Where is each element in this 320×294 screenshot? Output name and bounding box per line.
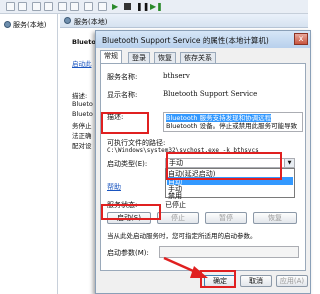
red-arrow-icon — [163, 256, 208, 278]
tree-item-label: 服务(本地) — [13, 21, 47, 29]
view-icon[interactable] — [44, 2, 53, 11]
annotation-box-startup-label — [101, 112, 149, 134]
properties-icon[interactable] — [98, 2, 107, 11]
help-icon[interactable] — [84, 2, 93, 11]
tree-pane: 服务(本地) — [0, 14, 58, 294]
startup-type-label: 启动类型(E): — [107, 160, 148, 168]
pause-button[interactable]: 暂停 — [205, 212, 247, 224]
service-name-label: 服务名称: — [107, 73, 138, 81]
close-button[interactable]: x — [294, 33, 308, 45]
description-line: Blueto — [72, 100, 93, 108]
params-label: 启动参数(M): — [107, 249, 149, 257]
tab-strip: 常规 登录 恢复 依存关系 — [100, 50, 308, 64]
display-name-value: Bluetooth Support Service — [163, 90, 258, 98]
up-icon[interactable] — [32, 2, 41, 11]
resume-button[interactable]: 恢复 — [253, 212, 297, 224]
chevron-down-icon[interactable]: ▼ — [284, 159, 294, 167]
description-line: 务停止 — [72, 122, 92, 130]
export-icon[interactable] — [70, 2, 79, 11]
stop-icon[interactable] — [124, 3, 131, 10]
apply-button[interactable]: 应用(A) — [276, 275, 308, 287]
description-label: 描述: — [72, 92, 88, 100]
display-name-label: 显示名称: — [107, 91, 138, 99]
gear-icon — [4, 21, 11, 28]
play-icon[interactable]: ▶ — [112, 2, 118, 11]
services-header: 服务(本地) — [60, 14, 308, 28]
annotation-box-dropdown — [166, 152, 282, 180]
dialog-titlebar[interactable]: Bluetooth Support Service 的属性(本地计算机) x — [96, 31, 310, 48]
gear-icon — [64, 17, 71, 24]
services-header-title: 服务(本地) — [74, 18, 108, 26]
dialog-title: Bluetooth Support Service 的属性(本地计算机) — [102, 36, 269, 45]
tab-general[interactable]: 常规 — [100, 50, 122, 64]
start-hint: 当从此处启动服务时，您可指定所适用的启动参数。 — [107, 232, 257, 240]
status-value: 已停止 — [165, 201, 186, 209]
stop-button[interactable]: 停止 — [157, 212, 199, 224]
cancel-button[interactable]: 取消 — [240, 275, 272, 287]
refresh-icon[interactable] — [58, 2, 67, 11]
restart-icon[interactable]: ▶❚ — [150, 2, 163, 11]
tree-item-services-local[interactable]: 服务(本地) — [4, 20, 46, 30]
description-line: Blueto — [72, 110, 93, 118]
back-icon[interactable] — [6, 2, 15, 11]
description-box[interactable]: Bluetooth 服务支持发现和协调远程 Bluetooth 设备。停止或禁用此… — [163, 112, 303, 132]
description-line: 配对设 — [72, 142, 92, 150]
pause-icon[interactable]: ❚❚ — [136, 2, 149, 11]
forward-icon[interactable] — [18, 2, 27, 11]
description-highlight: Bluetooth 服务支持发现和协调远程 — [166, 114, 272, 122]
service-name-text: Blueto — [72, 38, 96, 46]
description-rest: Bluetooth 设备。停止或禁用此服务可能导致 — [166, 122, 298, 130]
annotation-box-start — [101, 204, 161, 220]
description-line: 法正确 — [72, 132, 92, 140]
start-service-link[interactable]: 启动此 — [72, 58, 92, 68]
service-name-value: bthserv — [163, 72, 190, 80]
main-toolbar: ▶ ❚❚ ▶❚ — [0, 0, 308, 14]
help-link[interactable]: 帮助 — [107, 182, 121, 192]
